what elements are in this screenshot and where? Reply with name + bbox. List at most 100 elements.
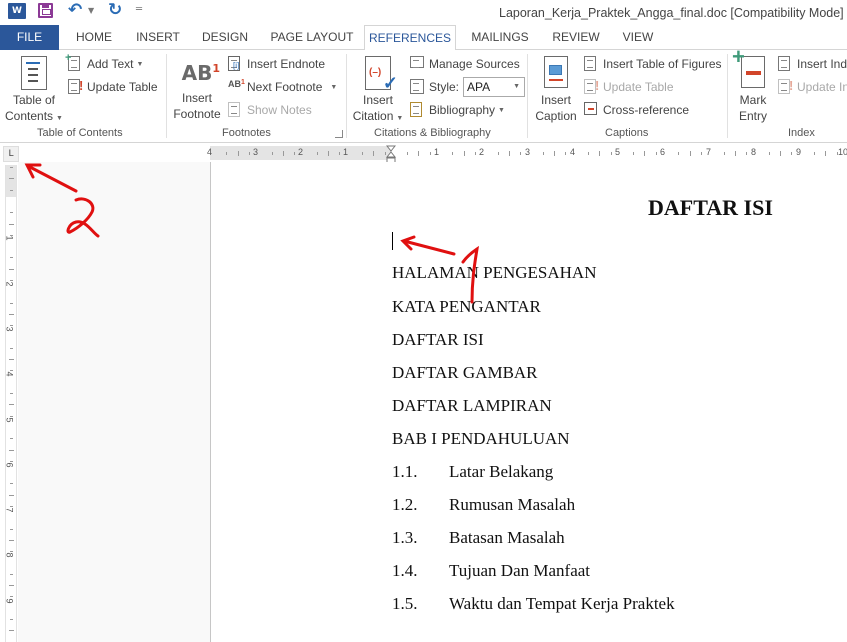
ruler-tick bbox=[10, 573, 13, 575]
tab-view[interactable]: VIEW bbox=[616, 25, 660, 50]
toc-sub-number: 1.5. bbox=[392, 594, 418, 613]
toc-sub-number: 1.4. bbox=[392, 561, 418, 580]
ruler-tick bbox=[554, 151, 555, 156]
ruler-tick bbox=[10, 212, 13, 214]
toc-sub-number: 1.3. bbox=[392, 528, 418, 547]
insert-citation-button[interactable]: (–) ✓ Insert Citation ▼ bbox=[350, 56, 406, 127]
ruler-tick bbox=[542, 152, 544, 155]
redo-icon[interactable]: ↻ bbox=[108, 0, 122, 20]
customize-toolbar-icon[interactable]: ═ bbox=[136, 4, 142, 15]
ruler-tick bbox=[655, 152, 657, 155]
group-label-table-of-contents: Table of Contents bbox=[37, 127, 123, 139]
ruler-tick bbox=[373, 151, 375, 156]
ruler-tick bbox=[689, 151, 691, 156]
ruler-tick bbox=[10, 506, 13, 507]
tab-home[interactable]: HOME bbox=[65, 25, 123, 50]
ruler-tick bbox=[9, 585, 14, 587]
toc-sub-entry: Tujuan Dan Manfaat bbox=[449, 561, 591, 580]
ruler-number: 3 bbox=[4, 326, 15, 332]
ruler-tick bbox=[734, 151, 736, 156]
style-dropdown[interactable]: APA ▼ bbox=[463, 77, 526, 97]
insert-table-of-figures-button[interactable]: Insert Table of Figures bbox=[584, 54, 722, 74]
tab-design[interactable]: DESIGN bbox=[196, 25, 254, 50]
ruler-number: 1 bbox=[434, 147, 440, 157]
ruler-tick bbox=[768, 152, 770, 155]
update-table-button[interactable]: ! Update Table bbox=[68, 77, 158, 97]
ruler-number: 8 bbox=[751, 147, 757, 157]
ruler-tick bbox=[587, 152, 589, 155]
ruler-tick bbox=[10, 302, 13, 304]
ruler-tick bbox=[418, 151, 420, 156]
mark-entry-button[interactable]: + Mark Entry bbox=[731, 46, 775, 124]
ruler-number: 2 bbox=[298, 147, 304, 157]
insert-index-button[interactable]: Insert Inde bbox=[778, 54, 847, 74]
ruler-tick bbox=[508, 151, 510, 156]
ruler-tick bbox=[723, 152, 725, 155]
ruler-tick bbox=[9, 359, 14, 361]
insert-footnote-button[interactable]: AB 1 Insert Footnote bbox=[170, 56, 224, 122]
ruler-tick bbox=[282, 151, 284, 156]
ruler-number: 10 bbox=[838, 147, 847, 157]
insert-endnote-button[interactable]: [i] Insert Endnote bbox=[228, 54, 325, 74]
ruler-tick bbox=[452, 152, 454, 155]
toc-entry: DAFTAR ISI bbox=[392, 330, 484, 349]
manage-sources-button[interactable]: Manage Sources bbox=[410, 54, 520, 74]
ruler-tick bbox=[9, 539, 14, 541]
horizontal-ruler[interactable]: 4 3 2 1 1 2 3 4 5 6 7 8 9 10 bbox=[207, 146, 847, 160]
ruler-number: 7 bbox=[706, 147, 712, 157]
ruler-number: 1 bbox=[343, 147, 349, 157]
tab-insert[interactable]: INSERT bbox=[130, 25, 186, 50]
footnotes-dialog-launcher-icon[interactable] bbox=[335, 130, 343, 138]
group-separator bbox=[727, 54, 728, 138]
cross-reference-button[interactable]: Cross-reference bbox=[584, 100, 689, 120]
show-notes-button[interactable]: Show Notes bbox=[228, 100, 312, 120]
ruler-tick bbox=[9, 223, 14, 225]
title-bar: W ↶ ▼ ↻ ═ Laporan_Kerja_Praktek_Angga_fi… bbox=[0, 0, 847, 24]
insert-caption-icon bbox=[544, 56, 568, 88]
bibliography-button[interactable]: Bibliography ▼ bbox=[410, 100, 505, 120]
vertical-ruler[interactable]: 1 2 3 4 5 6 7 8 9 bbox=[5, 165, 17, 642]
save-icon[interactable] bbox=[38, 3, 53, 18]
group-separator bbox=[346, 54, 347, 138]
document-heading: DAFTAR ISI bbox=[648, 195, 773, 220]
toc-entry: HALAMAN PENGESAHAN bbox=[392, 263, 597, 282]
tab-stop-selector[interactable]: L bbox=[3, 146, 19, 162]
ruler-number: 5 bbox=[4, 417, 15, 423]
ruler-tick bbox=[429, 152, 431, 155]
insert-citation-icon: (–) ✓ bbox=[365, 56, 398, 92]
document-page[interactable]: DAFTAR ISI HALAMAN PENGESAHAN KATA PENGA… bbox=[211, 162, 847, 642]
group-label-footnotes: Footnotes bbox=[222, 127, 271, 139]
table-of-contents-button[interactable]: Table of Contents ▼ bbox=[4, 56, 64, 127]
ruler-tick bbox=[248, 152, 250, 155]
toc-label-line2: Contents ▼ bbox=[5, 109, 63, 123]
ruler-number: 3 bbox=[253, 147, 259, 157]
add-text-button[interactable]: + Add Text ▼ bbox=[65, 52, 143, 74]
word-icon[interactable]: W bbox=[8, 3, 26, 19]
toc-label-line1: Table of bbox=[12, 93, 56, 107]
tab-page-layout[interactable]: PAGE LAYOUT bbox=[264, 25, 360, 50]
ruler-tick bbox=[10, 257, 13, 259]
insert-caption-button[interactable]: Insert Caption bbox=[531, 56, 581, 124]
next-footnote-button[interactable]: AB1 Next Footnote ▼ bbox=[228, 77, 337, 97]
update-table-figures-button[interactable]: ! Update Table bbox=[584, 77, 674, 97]
ruler-tick bbox=[339, 152, 341, 155]
style-selector[interactable]: Style: APA ▼ bbox=[410, 77, 526, 97]
ruler-tick bbox=[10, 528, 13, 530]
undo-dropdown-icon[interactable]: ▼ bbox=[88, 6, 94, 15]
update-index-button[interactable]: ! Update In bbox=[778, 77, 847, 97]
tab-file[interactable]: FILE bbox=[0, 25, 59, 50]
ruler-tick bbox=[10, 483, 13, 485]
table-of-contents-icon bbox=[21, 56, 47, 90]
toc-sub-entry: Rumusan Masalah bbox=[449, 495, 576, 514]
ruler-tick bbox=[813, 152, 815, 155]
ruler-tick bbox=[294, 152, 296, 155]
ruler-tick bbox=[474, 152, 476, 155]
tab-references[interactable]: REFERENCES bbox=[364, 25, 456, 51]
undo-icon[interactable]: ↶ bbox=[68, 0, 82, 20]
tab-review[interactable]: REVIEW bbox=[546, 25, 606, 50]
ruler-tick bbox=[9, 404, 14, 406]
ruler-tick bbox=[10, 393, 13, 394]
group-label-citations: Citations & Bibliography bbox=[374, 127, 491, 139]
tab-mailings[interactable]: MAILINGS bbox=[464, 25, 536, 50]
ruler-tick bbox=[10, 460, 13, 462]
